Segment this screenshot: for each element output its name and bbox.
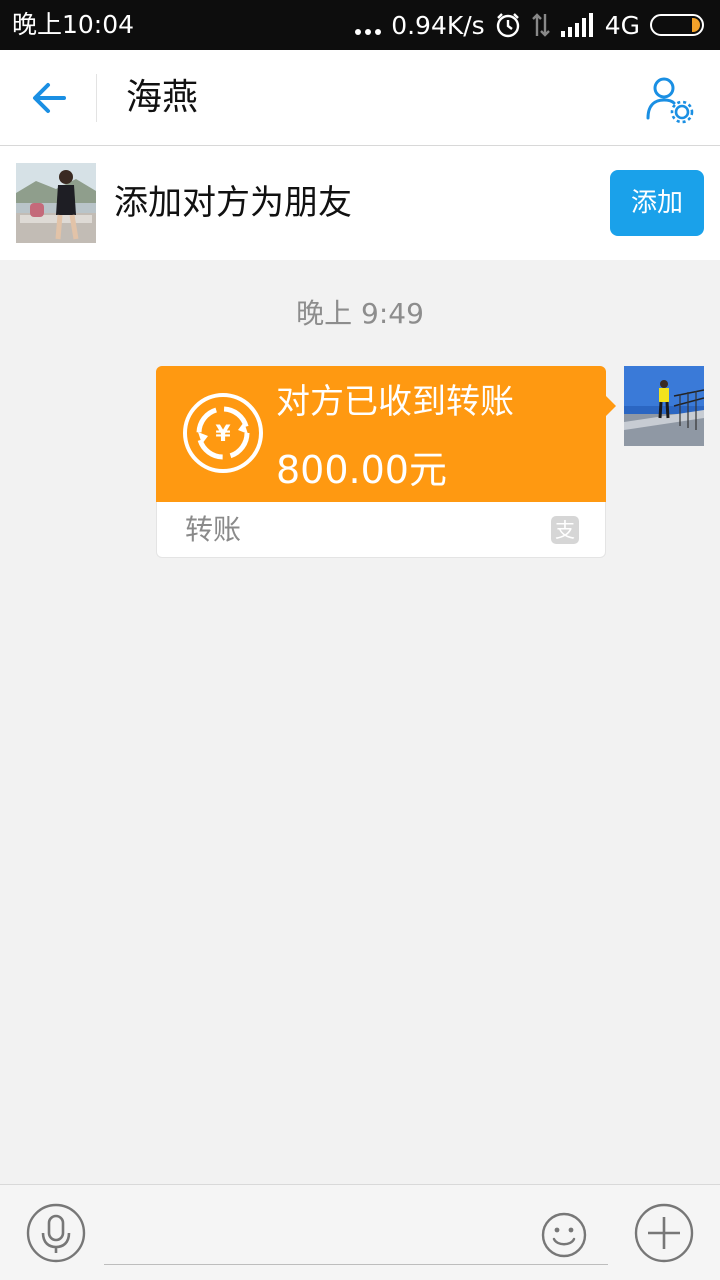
microphone-icon[interactable]	[26, 1203, 86, 1263]
alipay-icon: 支	[551, 516, 579, 544]
transfer-card[interactable]: ¥ 对方已收到转账 800.00元 转账 支	[156, 366, 616, 558]
net-speed: 0.94K/s	[391, 10, 485, 40]
add-friend-text: 添加对方为朋友	[114, 183, 352, 223]
svg-text:¥: ¥	[215, 422, 231, 447]
add-friend-bar: 添加对方为朋友 添加	[0, 146, 720, 260]
network-type: 4G	[604, 10, 640, 40]
title-bar: 海燕	[0, 50, 720, 146]
transfer-status: 对方已收到转账	[276, 382, 514, 422]
message-input[interactable]	[104, 1203, 608, 1265]
input-bar	[0, 1184, 720, 1280]
transfer-card-header: ¥ 对方已收到转账 800.00元	[156, 366, 616, 502]
status-bar: 晚上10:04 0.94K/s 4G	[0, 0, 720, 50]
more-dots-icon	[355, 15, 382, 35]
signal-icon	[560, 13, 593, 37]
my-avatar[interactable]	[624, 366, 704, 446]
emoji-icon[interactable]	[540, 1211, 588, 1259]
status-time: 晚上10:04	[12, 10, 135, 39]
back-arrow-icon[interactable]	[28, 76, 72, 120]
plus-icon[interactable]	[634, 1203, 694, 1263]
status-icons: 0.94K/s 4G	[355, 8, 704, 42]
contact-avatar[interactable]	[16, 163, 96, 243]
bubble-tail	[606, 396, 616, 416]
battery-icon	[650, 14, 704, 36]
add-friend-button[interactable]: 添加	[610, 170, 704, 236]
transfer-amount: 800.00元	[276, 448, 447, 492]
transfer-received-icon: ¥	[183, 393, 263, 473]
transfer-label: 转账	[185, 513, 242, 546]
alarm-icon	[496, 13, 519, 38]
message-timestamp: 晚上 9:49	[296, 297, 424, 330]
profile-settings-icon[interactable]	[644, 74, 696, 126]
page-title: 海燕	[126, 77, 199, 118]
title-divider	[96, 74, 97, 122]
data-arrows-icon	[531, 13, 550, 37]
